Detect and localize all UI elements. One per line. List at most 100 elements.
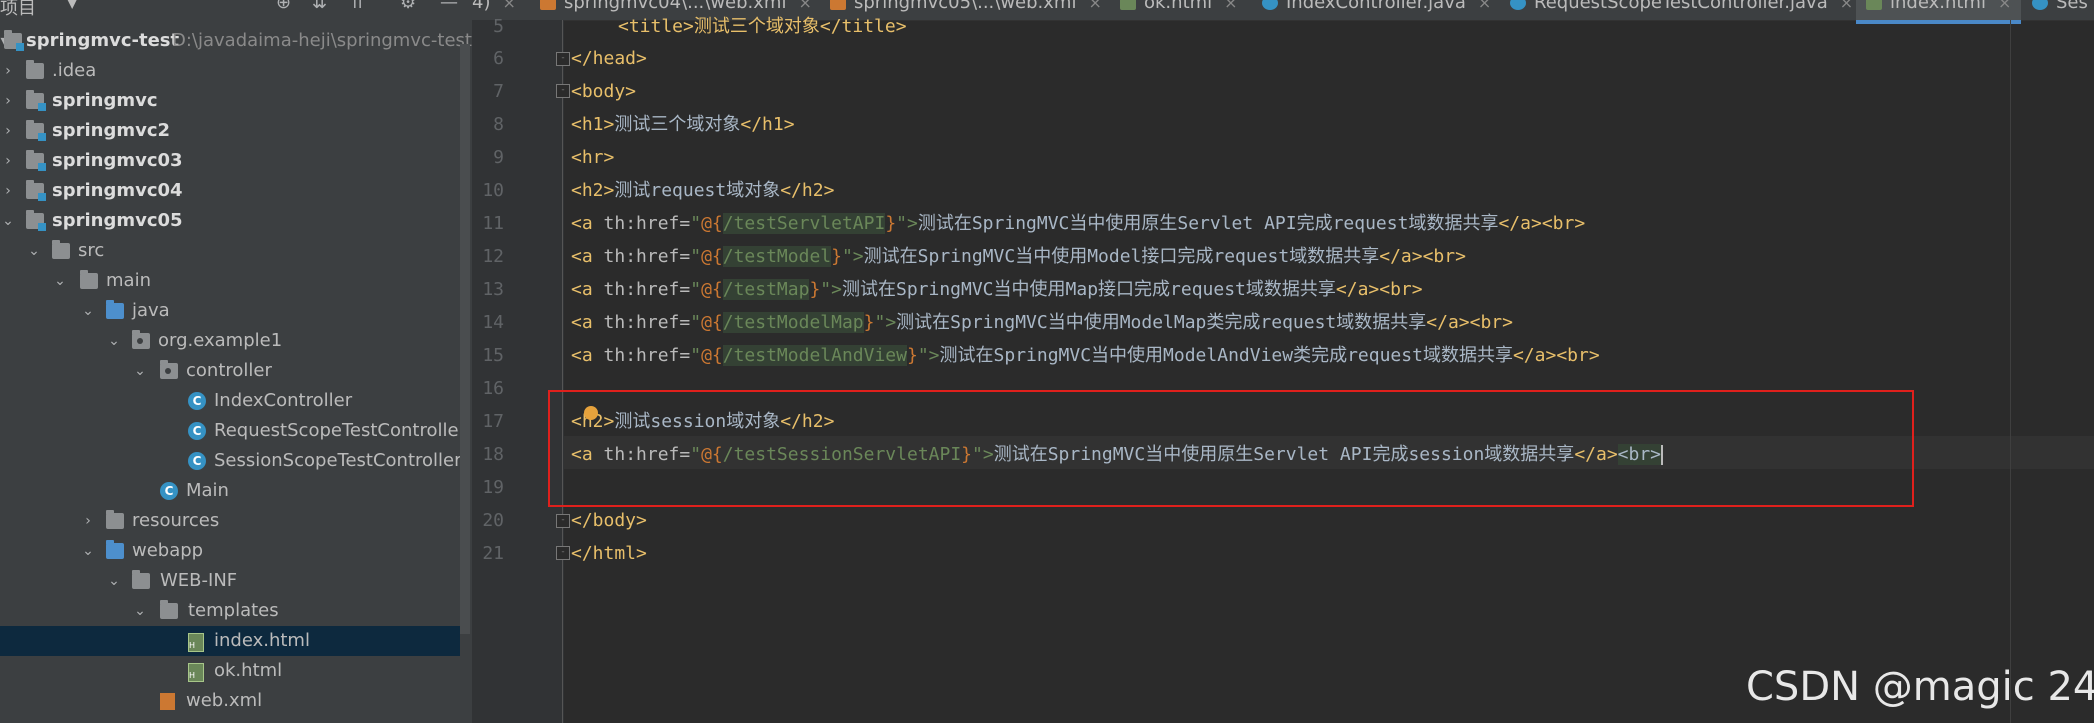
code-string: /testModelAndView — [722, 345, 907, 366]
project-scrollbar[interactable] — [460, 44, 470, 634]
code-token: </html> — [571, 543, 647, 564]
xml-file-icon — [830, 0, 846, 10]
code-token: <title>测试三个域对象</title> — [618, 16, 907, 37]
code-attr: th:href= — [603, 246, 691, 267]
tree-item-src[interactable]: ⌄ src — [0, 236, 460, 266]
code-string: " — [690, 312, 702, 333]
collapse-all-icon[interactable]: ⇈ — [350, 0, 365, 13]
tree-item-web-inf[interactable]: ⌄ WEB-INF — [0, 566, 460, 596]
chevron-down-icon[interactable]: ⌄ — [26, 236, 42, 266]
close-icon[interactable]: × — [1224, 0, 1237, 12]
tree-item-main-class[interactable]: C Main — [0, 476, 460, 506]
tree-item-ok-html[interactable]: H ok.html — [0, 656, 460, 686]
tree-item-springmvc2[interactable]: › springmvc2 — [0, 116, 460, 146]
code-line-11[interactable]: <a th:href="@{/testServletAPI}">测试在Sprin… — [571, 207, 1585, 240]
fold-marker-icon[interactable]: - — [556, 84, 570, 98]
xml-file-icon — [540, 0, 556, 10]
chevron-right-icon[interactable]: › — [80, 506, 96, 536]
code-line-20[interactable]: </body> — [571, 504, 647, 537]
tree-item-label: springmvc2 — [52, 120, 171, 141]
chevron-right-icon[interactable]: › — [0, 116, 16, 146]
tree-item-idea[interactable]: › .idea — [0, 56, 460, 86]
code-expr: @{ — [701, 246, 723, 267]
code-line-5[interactable]: <title>测试三个域对象</title> — [618, 10, 907, 43]
expand-all-icon[interactable]: ⇊ — [312, 0, 327, 13]
chevron-down-icon[interactable]: ⌄ — [0, 206, 16, 236]
tree-item-webapp[interactable]: ⌄ webapp — [0, 536, 460, 566]
code-text: 测试在SpringMVC当中使用ModelMap类完成request域数据共享 — [896, 312, 1427, 333]
tree-item-springmvc03[interactable]: › springmvc03 — [0, 146, 460, 176]
tab-label: index.html — [1890, 0, 1986, 13]
close-icon[interactable]: × — [1088, 0, 1101, 12]
close-icon[interactable]: × — [1998, 0, 2011, 12]
tab-requestscopetestcontroller-java[interactable]: RequestScopeTestController.java × — [1510, 0, 1853, 20]
tree-item-label: web.xml — [186, 690, 263, 711]
tree-item-label: java — [132, 300, 170, 321]
fold-marker-icon[interactable]: - — [556, 514, 570, 528]
tree-item-main[interactable]: ⌄ main — [0, 266, 460, 296]
fold-marker-icon[interactable]: - — [556, 52, 570, 66]
chevron-down-icon[interactable]: ⌄ — [106, 566, 122, 596]
line-number: 8 — [493, 114, 504, 135]
tree-item-resources[interactable]: › resources — [0, 506, 460, 536]
close-icon[interactable]: × — [1840, 0, 1853, 12]
code-line-14[interactable]: <a th:href="@{/testModelMap}">测试在SpringM… — [571, 306, 1513, 339]
line-number: 6 — [493, 48, 504, 69]
chevron-right-icon[interactable]: › — [0, 146, 16, 176]
code-line-21[interactable]: </html> — [571, 537, 647, 570]
tree-item-springmvc05[interactable]: ⌄ springmvc05 — [0, 206, 460, 236]
code-line-7[interactable]: <body> — [571, 75, 636, 108]
fold-marker-icon[interactable]: - — [556, 546, 570, 560]
tree-item-org-example1[interactable]: ⌄ org.example1 — [0, 326, 460, 356]
code-line-9[interactable]: <hr> — [571, 141, 614, 174]
code-text: 测试request域对象 — [614, 180, 781, 201]
tree-item-requestscopetestcontroller[interactable]: C RequestScopeTestController — [0, 416, 466, 446]
code-expr: } — [809, 279, 821, 300]
tab-ok-html[interactable]: ok.html × — [1120, 0, 1238, 20]
project-panel-title[interactable]: 项目 — [0, 0, 36, 20]
close-icon[interactable]: × — [502, 0, 515, 12]
chevron-right-icon[interactable]: › — [0, 176, 16, 206]
chevron-down-icon[interactable]: ▼ — [66, 0, 78, 11]
tree-item-springmvc-test[interactable]: ▾ springmvc-test D:\javadaima-heji\sprin… — [0, 26, 472, 56]
chevron-down-icon[interactable]: ⌄ — [80, 296, 96, 326]
tree-item-templates[interactable]: ⌄ templates — [0, 596, 460, 626]
close-icon[interactable]: × — [1478, 0, 1491, 12]
gear-icon[interactable]: ⚙ — [400, 0, 416, 13]
locate-icon[interactable]: ⊕ — [276, 0, 291, 13]
package-icon — [132, 330, 150, 349]
highlight-annotation-box — [548, 390, 1914, 507]
chevron-down-icon[interactable]: ⌄ — [80, 536, 96, 566]
tree-item-index-html[interactable]: H index.html — [0, 626, 460, 656]
code-line-15[interactable]: <a th:href="@{/testModelAndView}">测试在Spr… — [571, 339, 1600, 372]
code-line-6[interactable]: </head> — [571, 42, 647, 75]
tree-item-indexcontroller[interactable]: C IndexController — [0, 386, 460, 416]
code-line-13[interactable]: <a th:href="@{/testMap}">测试在SpringMVC当中使… — [571, 273, 1423, 306]
chevron-down-icon[interactable]: ⌄ — [132, 356, 148, 386]
code-expr: } — [885, 213, 897, 234]
tree-item-java[interactable]: ⌄ java — [0, 296, 460, 326]
code-line-12[interactable]: <a th:href="@{/testModel}">测试在SpringMVC当… — [571, 240, 1466, 273]
tab-indexcontroller-java[interactable]: IndexController.java × — [1262, 0, 1491, 20]
tree-item-controller[interactable]: ⌄ controller — [0, 356, 460, 386]
chevron-down-icon[interactable]: ⌄ — [132, 596, 148, 626]
tree-item-springmvc04[interactable]: › springmvc04 — [0, 176, 460, 206]
code-token: </a> — [1512, 345, 1557, 366]
tree-item-springmvc[interactable]: › springmvc — [0, 86, 460, 116]
tree-item-web-xml[interactable]: web.xml — [0, 686, 460, 716]
line-number: 20 — [482, 510, 504, 531]
code-line-8[interactable]: <h1>测试三个域对象</h1> — [571, 108, 795, 141]
chevron-right-icon[interactable]: › — [0, 86, 16, 116]
code-token: <br> — [1379, 279, 1423, 300]
code-text: 测试在SpringMVC当中使用Map接口完成request域数据共享 — [841, 279, 1336, 300]
tree-item-sessionscopetestcontroller[interactable]: C SessionScopeTestController — [0, 446, 462, 476]
chevron-right-icon[interactable]: › — [0, 56, 16, 86]
chevron-down-icon[interactable]: ⌄ — [106, 326, 122, 356]
chevron-down-icon[interactable]: ⌄ — [52, 266, 68, 296]
tab-index-html[interactable]: index.html × — [1856, 0, 2022, 24]
tab-sessionscope-truncated[interactable]: Ses — [2032, 0, 2088, 20]
package-icon — [160, 360, 178, 379]
hide-icon[interactable]: — — [440, 0, 458, 13]
code-line-10[interactable]: <h2>测试request域对象</h2> — [571, 174, 834, 207]
tree-item-label: src — [78, 240, 105, 261]
